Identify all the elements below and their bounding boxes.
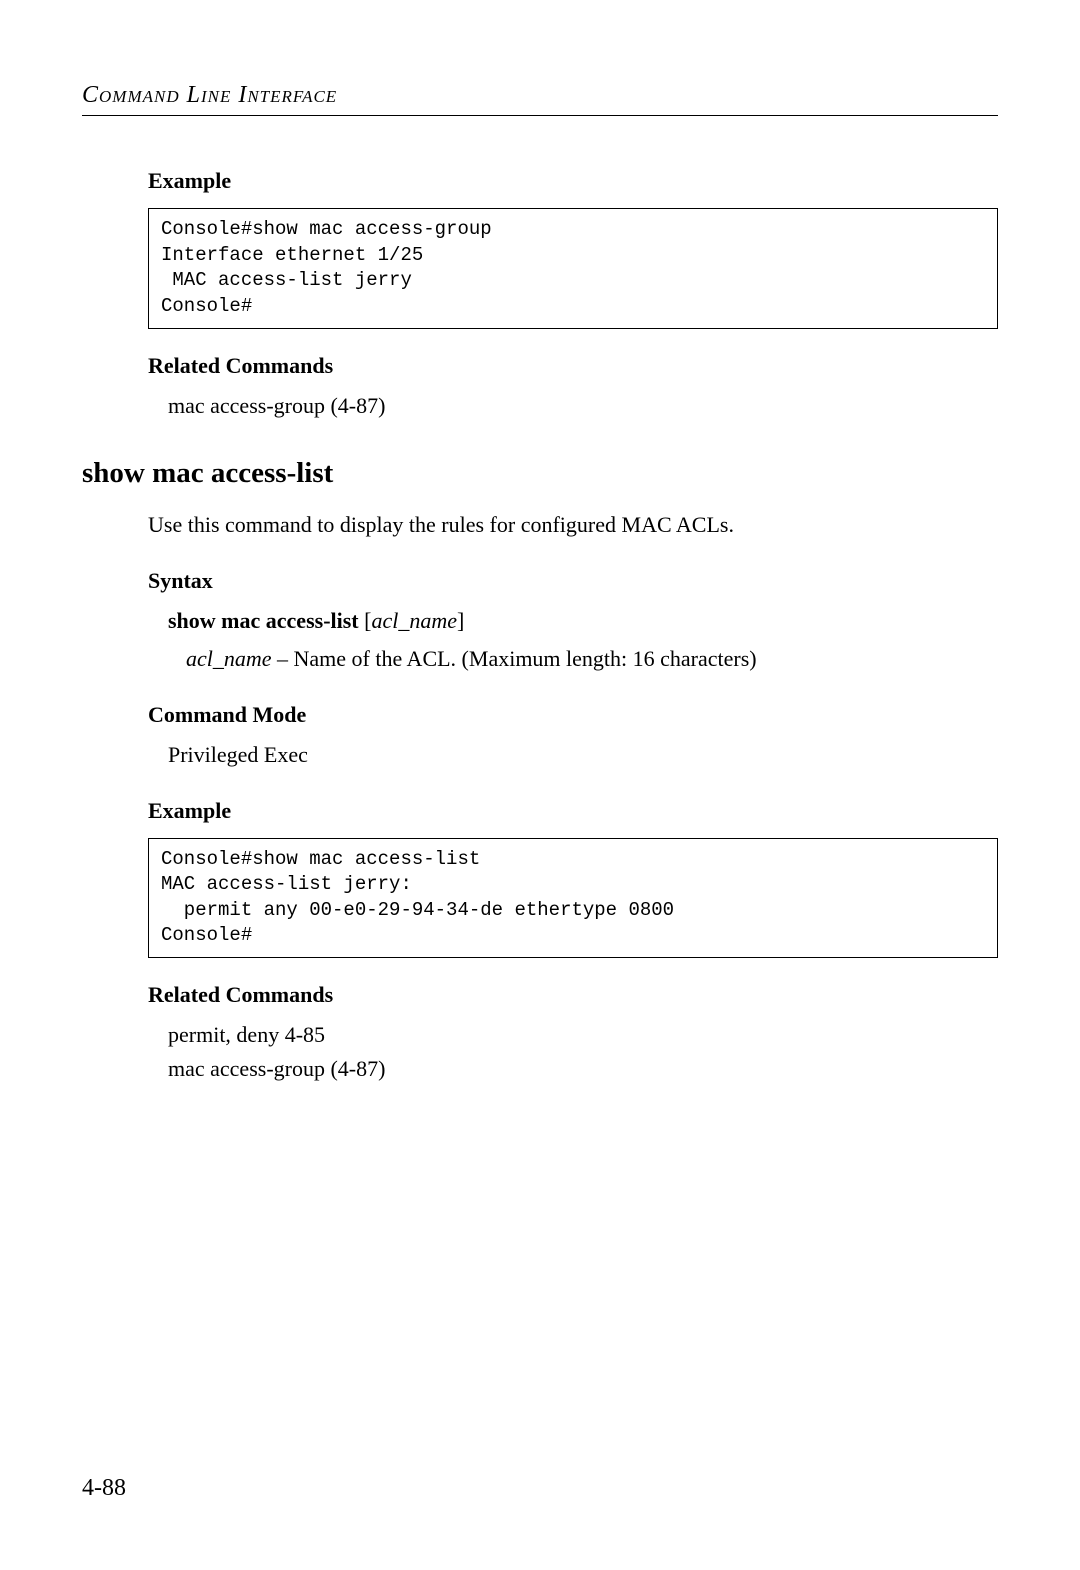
syntax-bracket-open: [ xyxy=(359,608,372,633)
command-mode-label: Command Mode xyxy=(148,702,998,728)
command-heading: show mac access-list xyxy=(82,457,998,490)
page-content: Example Console#show mac access-group In… xyxy=(82,168,998,1082)
code-block-2: Console#show mac access-list MAC access-… xyxy=(148,838,998,959)
code-block-1: Console#show mac access-group Interface … xyxy=(148,208,998,329)
related-item-1: mac access-group (4-87) xyxy=(148,393,998,419)
param-name: acl_name xyxy=(186,646,272,671)
related-item-2a: permit, deny 4-85 xyxy=(148,1022,998,1048)
command-description: Use this command to display the rules fo… xyxy=(148,512,998,538)
related-commands-label-2: Related Commands xyxy=(148,982,998,1008)
param-description: acl_name – Name of the ACL. (Maximum len… xyxy=(148,646,998,672)
page-number: 4-88 xyxy=(82,1475,126,1502)
example-label-2: Example xyxy=(148,798,998,824)
syntax-bracket-close: ] xyxy=(457,608,464,633)
syntax-label: Syntax xyxy=(148,568,998,594)
page-header-title: Command Line Interface xyxy=(82,82,998,109)
header-rule xyxy=(82,115,998,116)
example-label-1: Example xyxy=(148,168,998,194)
syntax-line: show mac access-list [acl_name] xyxy=(148,608,998,634)
related-commands-label-1: Related Commands xyxy=(148,353,998,379)
command-mode-value: Privileged Exec xyxy=(148,742,998,768)
syntax-command: show mac access-list xyxy=(168,608,359,633)
related-item-2b: mac access-group (4-87) xyxy=(148,1056,998,1082)
param-desc-text: – Name of the ACL. (Maximum length: 16 c… xyxy=(272,646,757,671)
syntax-param: acl_name xyxy=(371,608,457,633)
